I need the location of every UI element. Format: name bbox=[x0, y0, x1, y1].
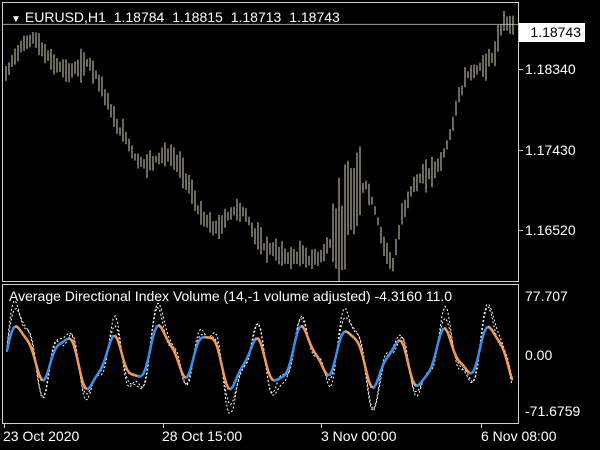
adx-volume-line-segment bbox=[363, 361, 368, 375]
adx-volume-line-segment bbox=[33, 357, 39, 369]
adx-volume-line-segment bbox=[8, 330, 13, 342]
indicator-axis-max: 77.707 bbox=[525, 288, 568, 304]
adx-volume-line-segment bbox=[434, 341, 440, 354]
adx-volume-line-segment bbox=[77, 362, 83, 376]
adx-volume-line-segment bbox=[264, 358, 269, 371]
price-tick bbox=[519, 230, 523, 231]
time-axis-label: 6 Nov 08:00 bbox=[481, 428, 557, 444]
close-price: 1.18743 bbox=[289, 9, 340, 25]
adx-volume-line-segment bbox=[333, 351, 338, 364]
price-axis-label: 1.17430 bbox=[525, 142, 576, 158]
adx-volume-line-segment bbox=[192, 347, 198, 359]
adx-volume-line-segment bbox=[118, 345, 124, 357]
open-price: 1.18784 bbox=[113, 9, 165, 25]
adx-volume-line-segment bbox=[217, 352, 223, 366]
adx-volume-line-segment bbox=[473, 358, 479, 369]
indicator-panel[interactable]: Average Directional Index Volume (14,-1 … bbox=[2, 284, 519, 424]
indicator-title: Average Directional Index Volume (14,-1 … bbox=[9, 288, 453, 304]
price-chart-panel[interactable]: ▼ EURUSD,H1 1.18784 1.18815 1.18713 1.187… bbox=[2, 2, 519, 282]
time-axis-label: 3 Nov 00:00 bbox=[321, 428, 397, 444]
time-axis-label: 28 Oct 15:00 bbox=[162, 428, 243, 444]
indicator-axis-min: -71.6759 bbox=[525, 403, 581, 419]
high-price: 1.18815 bbox=[172, 9, 223, 25]
price-axis-label: 1.16520 bbox=[525, 222, 576, 238]
dotted-envelope-line bbox=[6, 299, 513, 414]
dropdown-arrow-icon[interactable]: ▼ bbox=[11, 14, 21, 25]
price-plot bbox=[3, 10, 518, 281]
adx-volume-line-segment bbox=[436, 332, 442, 344]
adx-volume-line-segment bbox=[432, 350, 438, 362]
adx-volume-line-segment bbox=[335, 342, 341, 354]
adx-volume-line-segment bbox=[476, 348, 481, 361]
time-axis-label: 23 Oct 2020 bbox=[3, 428, 80, 444]
adx-volume-line-segment bbox=[360, 352, 366, 365]
low-price: 1.18713 bbox=[230, 9, 282, 25]
price-axis-label: 1.18340 bbox=[525, 61, 576, 77]
dotted-envelope-line bbox=[6, 302, 513, 412]
adx-volume-line-segment bbox=[74, 352, 80, 366]
adx-volume-line-segment bbox=[151, 330, 156, 342]
adx-volume-line-segment bbox=[261, 349, 267, 362]
adx-volume-line-segment bbox=[406, 362, 412, 375]
symbol-header: ▼ EURUSD,H1 1.18784 1.18815 1.18713 1.187… bbox=[11, 9, 344, 25]
adx-volume-line-segment bbox=[190, 355, 196, 368]
adx-volume-line-segment bbox=[506, 361, 511, 373]
price-tick bbox=[519, 69, 523, 70]
adx-volume-line-segment bbox=[291, 339, 297, 353]
current-price-label: 1.18743 bbox=[519, 23, 585, 42]
adx-volume-line-segment bbox=[144, 359, 149, 371]
price-tick bbox=[519, 150, 523, 151]
adx-volume-line-segment bbox=[220, 362, 226, 376]
symbol-name: EURUSD,H1 bbox=[24, 9, 106, 25]
indicator-axis-zero: 0.00 bbox=[525, 347, 553, 363]
indicator-plot bbox=[5, 299, 514, 414]
adx-volume-line-segment bbox=[146, 349, 152, 363]
